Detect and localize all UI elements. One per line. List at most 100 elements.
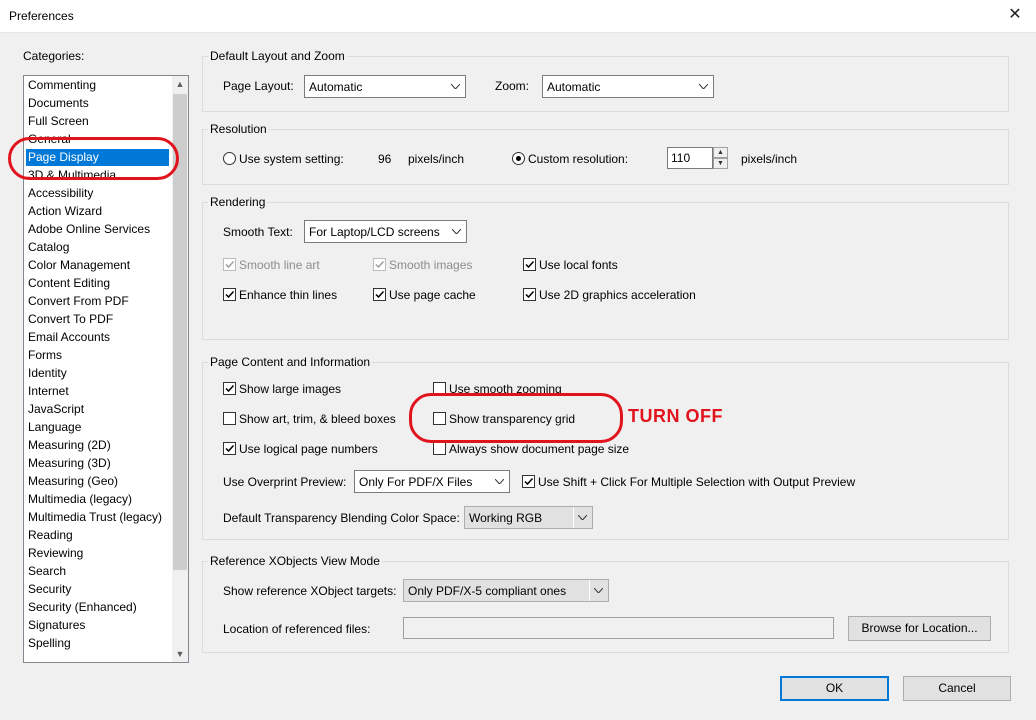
xobjects-title: Reference XObjects View Mode xyxy=(208,554,382,568)
xobject-targets-value: Only PDF/X-5 compliant ones xyxy=(408,584,567,598)
show-large-images-checkbox[interactable] xyxy=(223,382,236,395)
category-annotation-circle xyxy=(8,137,179,180)
overprint-preview-value: Only For PDF/X Files xyxy=(359,475,473,489)
use-2d-acceleration-label: Use 2D graphics acceleration xyxy=(539,288,696,302)
smooth-images-checkbox[interactable] xyxy=(373,258,386,271)
location-input[interactable] xyxy=(403,617,834,639)
smooth-line-art-label: Smooth line art xyxy=(239,258,320,272)
category-item[interactable]: Reading xyxy=(28,527,73,544)
category-item[interactable]: Convert From PDF xyxy=(28,293,129,310)
browse-location-button[interactable]: Browse for Location... xyxy=(848,616,991,641)
shift-click-checkbox[interactable] xyxy=(522,475,535,488)
categories-label: Categories: xyxy=(23,49,85,63)
category-item[interactable]: Commenting xyxy=(28,77,96,94)
use-logical-page-numbers-checkbox[interactable] xyxy=(223,442,236,455)
category-item[interactable]: JavaScript xyxy=(28,401,84,418)
use-page-cache-label: Use page cache xyxy=(389,288,476,302)
use-local-fonts-label: Use local fonts xyxy=(539,258,618,272)
scroll-down-icon[interactable]: ▼ xyxy=(172,646,188,662)
use-page-cache-checkbox[interactable] xyxy=(373,288,386,301)
page-layout-select[interactable]: Automatic xyxy=(304,75,466,98)
category-item[interactable]: Documents xyxy=(28,95,89,112)
show-large-images-label: Show large images xyxy=(239,382,342,396)
always-show-page-size-checkbox[interactable] xyxy=(433,442,446,455)
category-item[interactable]: Full Screen xyxy=(28,113,89,130)
turn-off-annotation: TURN OFF xyxy=(628,406,723,426)
system-setting-unit: pixels/inch xyxy=(408,152,465,166)
category-item[interactable]: Search xyxy=(28,563,66,580)
category-item[interactable]: Forms xyxy=(28,347,62,364)
smooth-text-select[interactable]: For Laptop/LCD screens xyxy=(304,220,467,243)
blending-space-select[interactable]: Working RGB xyxy=(464,506,593,529)
category-item[interactable]: Measuring (Geo) xyxy=(28,473,118,490)
xobject-targets-select[interactable]: Only PDF/X-5 compliant ones xyxy=(403,579,609,602)
category-item[interactable]: Email Accounts xyxy=(28,329,110,346)
category-item[interactable]: Action Wizard xyxy=(28,203,102,220)
layout-zoom-title: Default Layout and Zoom xyxy=(208,49,347,63)
enhance-thin-lines-checkbox[interactable] xyxy=(223,288,236,301)
category-item[interactable]: Multimedia (legacy) xyxy=(28,491,132,508)
use-2d-acceleration-checkbox[interactable] xyxy=(523,288,536,301)
always-show-page-size-label: Always show document page size xyxy=(449,442,630,456)
blending-space-label: Default Transparency Blending Color Spac… xyxy=(223,511,460,525)
custom-resolution-input[interactable]: 110 xyxy=(667,147,713,169)
category-item[interactable]: Accessibility xyxy=(28,185,93,202)
category-item[interactable]: Signatures xyxy=(28,617,85,634)
show-art-trim-bleed-label: Show art, trim, & bleed boxes xyxy=(239,412,396,426)
smooth-line-art-checkbox[interactable] xyxy=(223,258,236,271)
category-item[interactable]: Language xyxy=(28,419,81,436)
category-item[interactable]: Catalog xyxy=(28,239,69,256)
chevron-down-icon xyxy=(490,471,509,492)
category-item[interactable]: Measuring (2D) xyxy=(28,437,111,454)
use-local-fonts-checkbox[interactable] xyxy=(523,258,536,271)
resolution-title: Resolution xyxy=(208,122,269,136)
shift-click-label: Use Shift + Click For Multiple Selection… xyxy=(538,475,856,489)
close-icon[interactable]: ✕ xyxy=(1004,4,1026,26)
show-art-trim-bleed-checkbox[interactable] xyxy=(223,412,236,425)
title-bar: Preferences ✕ xyxy=(0,0,1036,33)
chevron-down-icon xyxy=(589,580,608,601)
system-setting-value: 96 xyxy=(378,152,392,166)
category-item[interactable]: Identity xyxy=(28,365,67,382)
window-title: Preferences xyxy=(9,9,74,23)
annotation-circle xyxy=(409,393,623,443)
zoom-value: Automatic xyxy=(547,80,601,94)
rendering-title: Rendering xyxy=(208,195,268,209)
category-item[interactable]: Spelling xyxy=(28,635,71,652)
category-item[interactable]: Measuring (3D) xyxy=(28,455,111,472)
spin-down-icon[interactable]: ▼ xyxy=(713,158,728,169)
cancel-button[interactable]: Cancel xyxy=(903,676,1011,701)
category-item[interactable]: Reviewing xyxy=(28,545,83,562)
category-item[interactable]: Internet xyxy=(28,383,69,400)
chevron-down-icon xyxy=(446,76,465,97)
category-item[interactable]: Convert To PDF xyxy=(28,311,113,328)
custom-resolution-radio[interactable] xyxy=(512,152,525,165)
category-item[interactable]: Security (Enhanced) xyxy=(28,599,137,616)
category-item[interactable]: Color Management xyxy=(28,257,130,274)
custom-resolution-value: 110 xyxy=(671,151,691,165)
overprint-preview-select[interactable]: Only For PDF/X Files xyxy=(354,470,510,493)
chevron-down-icon xyxy=(447,221,466,242)
category-item[interactable]: Adobe Online Services xyxy=(28,221,150,238)
zoom-select[interactable]: Automatic xyxy=(542,75,714,98)
scroll-up-icon[interactable]: ▲ xyxy=(172,76,188,92)
blending-space-value: Working RGB xyxy=(469,511,543,525)
smooth-images-label: Smooth images xyxy=(389,258,473,272)
chevron-down-icon xyxy=(694,76,713,97)
location-label: Location of referenced files: xyxy=(223,622,371,636)
page-content-title: Page Content and Information xyxy=(208,355,373,369)
smooth-text-label: Smooth Text: xyxy=(223,225,293,239)
custom-resolution-label: Custom resolution: xyxy=(528,152,629,166)
page-layout-value: Automatic xyxy=(309,80,363,94)
enhance-thin-lines-label: Enhance thin lines xyxy=(239,288,338,302)
custom-resolution-unit: pixels/inch xyxy=(741,152,798,166)
xobject-targets-label: Show reference XObject targets: xyxy=(223,584,397,598)
system-setting-radio[interactable] xyxy=(223,152,236,165)
spin-up-icon[interactable]: ▲ xyxy=(713,147,728,158)
overprint-preview-label: Use Overprint Preview: xyxy=(223,475,347,489)
category-item[interactable]: Content Editing xyxy=(28,275,110,292)
category-item[interactable]: Security xyxy=(28,581,71,598)
ok-button[interactable]: OK xyxy=(780,676,889,701)
category-item[interactable]: Multimedia Trust (legacy) xyxy=(28,509,162,526)
zoom-label: Zoom: xyxy=(495,79,530,93)
